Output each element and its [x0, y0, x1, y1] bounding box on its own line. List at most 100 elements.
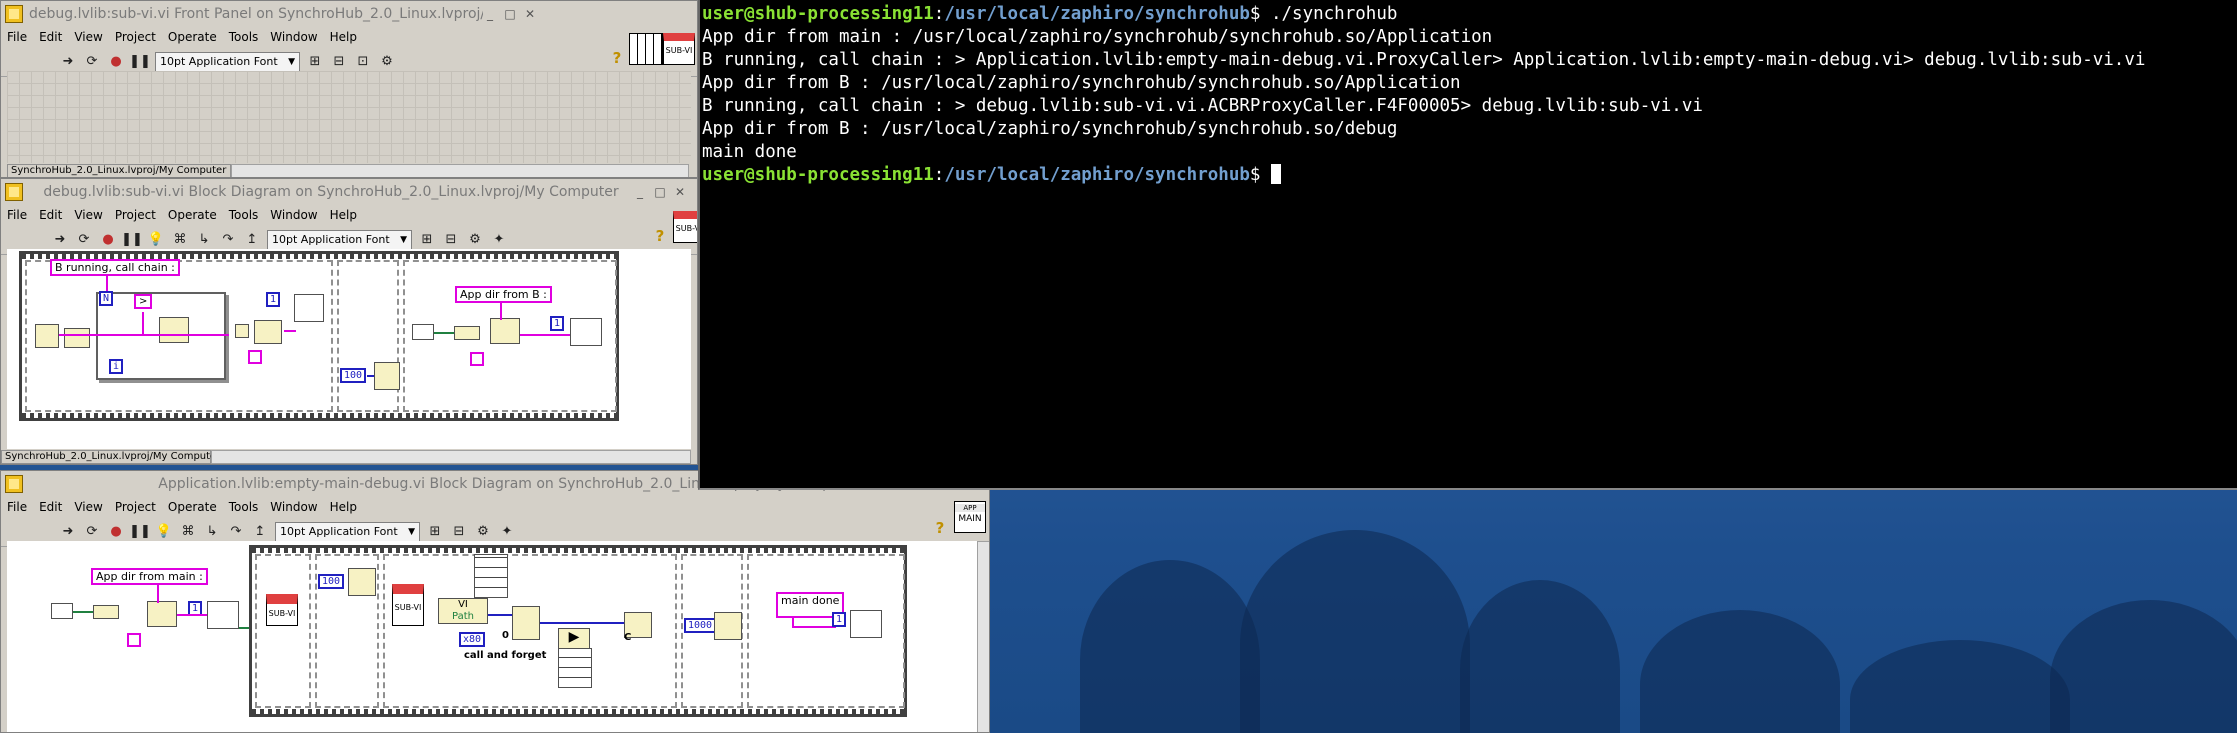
- concatenate-strings-function[interactable]: [254, 320, 282, 344]
- horizontal-scrollbar[interactable]: [211, 450, 691, 464]
- step-into-icon[interactable]: ↳: [203, 523, 221, 541]
- application-directory-function[interactable]: [51, 603, 73, 619]
- help-icon[interactable]: ?: [651, 227, 669, 245]
- write-to-standard-output-function[interactable]: [294, 294, 324, 322]
- wait-ms-constant[interactable]: 100: [318, 574, 345, 589]
- wait-ms-constant[interactable]: 1000: [684, 618, 717, 633]
- help-icon[interactable]: ?: [931, 519, 949, 537]
- menu-view[interactable]: View: [74, 208, 102, 222]
- run-arrow-icon[interactable]: ➜: [59, 523, 77, 541]
- flat-sequence-structure[interactable]: B running, call chain : N i > 1 100 App …: [19, 251, 619, 421]
- block-diagram-canvas[interactable]: B running, call chain : N i > 1 100 App …: [7, 249, 691, 449]
- menu-help[interactable]: Help: [330, 500, 357, 514]
- block-diagram-canvas[interactable]: App dir from main : 1 SUB-VI 100 SUB-VI …: [7, 541, 977, 732]
- vi-icon[interactable]: SUB-VI: [673, 211, 697, 243]
- abort-icon[interactable]: ●: [99, 231, 117, 249]
- align-objects-icon[interactable]: ⊞: [418, 231, 436, 249]
- step-into-icon[interactable]: ↳: [195, 231, 213, 249]
- menu-edit[interactable]: Edit: [39, 500, 62, 514]
- menu-edit[interactable]: Edit: [39, 30, 62, 44]
- stderr-constant[interactable]: 1: [550, 316, 565, 331]
- menu-window[interactable]: Window: [270, 30, 317, 44]
- run-arrow-icon[interactable]: ➜: [59, 53, 77, 71]
- resize-objects-icon[interactable]: ⊡: [354, 53, 372, 71]
- menu-tools[interactable]: Tools: [229, 208, 259, 222]
- step-over-icon[interactable]: ↷: [219, 231, 237, 249]
- menu-file[interactable]: File: [7, 208, 27, 222]
- write-to-standard-output-function[interactable]: [207, 601, 239, 629]
- distribute-objects-icon[interactable]: ⊟: [442, 231, 460, 249]
- sub-vi-block-diagram-window[interactable]: debug.lvlib:sub-vi.vi Block Diagram on S…: [0, 178, 698, 465]
- retain-wire-values-icon[interactable]: ⌘: [171, 231, 189, 249]
- menu-tools[interactable]: Tools: [229, 30, 259, 44]
- titlebar[interactable]: debug.lvlib:sub-vi.vi Front Panel on Syn…: [1, 1, 697, 27]
- maximize-button[interactable]: □: [653, 185, 667, 199]
- application-directory-function[interactable]: [412, 324, 434, 340]
- pause-icon[interactable]: ❚❚: [129, 53, 151, 71]
- open-vi-reference-function[interactable]: VI Path: [438, 598, 488, 624]
- help-icon[interactable]: ?: [608, 49, 626, 67]
- menu-edit[interactable]: Edit: [39, 208, 62, 222]
- sequence-frame-1[interactable]: [255, 554, 311, 708]
- minimize-button[interactable]: _: [633, 185, 647, 199]
- wait-ms-function[interactable]: [374, 362, 400, 390]
- stderr-constant[interactable]: 1: [832, 612, 847, 627]
- menu-help[interactable]: Help: [330, 30, 357, 44]
- vi-connector-pane-icon[interactable]: [629, 33, 663, 65]
- abort-icon[interactable]: ●: [107, 523, 125, 541]
- front-panel-window[interactable]: debug.lvlib:sub-vi.vi Front Panel on Syn…: [0, 0, 698, 178]
- end-of-line-constant[interactable]: [248, 350, 262, 364]
- run-continuously-icon[interactable]: ⟳: [75, 231, 93, 249]
- menu-file[interactable]: File: [7, 500, 27, 514]
- align-objects-icon[interactable]: ⊞: [426, 523, 444, 541]
- titlebar[interactable]: debug.lvlib:sub-vi.vi Block Diagram on S…: [1, 179, 697, 205]
- align-objects-icon[interactable]: ⊞: [306, 53, 324, 71]
- clean-up-diagram-icon[interactable]: ✦: [490, 231, 508, 249]
- menu-window[interactable]: Window: [270, 500, 317, 514]
- menu-project[interactable]: Project: [115, 30, 156, 44]
- terminal-output[interactable]: user@shub-processing11:/usr/local/zaphir…: [700, 0, 2237, 187]
- string-constant-app-dir-b[interactable]: App dir from B :: [455, 286, 552, 303]
- highlight-execution-icon[interactable]: 💡: [155, 523, 173, 541]
- static-vi-reference[interactable]: SUB-VI: [392, 584, 424, 626]
- distribute-objects-icon[interactable]: ⊟: [330, 53, 348, 71]
- font-select[interactable]: 10pt Application Font ▼: [155, 51, 300, 72]
- close-button[interactable]: ✕: [523, 7, 537, 21]
- menu-view[interactable]: View: [74, 500, 102, 514]
- pause-icon[interactable]: ❚❚: [121, 231, 143, 249]
- terminal-window[interactable]: user@shub-processing11:/usr/local/zaphir…: [698, 0, 2237, 490]
- vi-icon[interactable]: APP MAIN: [954, 501, 986, 533]
- start-asynchronous-call-function[interactable]: [512, 606, 540, 640]
- clean-up-diagram-icon[interactable]: ✦: [498, 523, 516, 541]
- menu-operate[interactable]: Operate: [168, 30, 217, 44]
- loop-count-terminal[interactable]: N: [99, 291, 114, 306]
- strip-path-function[interactable]: [454, 326, 480, 340]
- greater-than-node[interactable]: >: [134, 294, 153, 309]
- step-out-icon[interactable]: ↥: [251, 523, 269, 541]
- reorder-icon[interactable]: ⚙: [378, 53, 396, 71]
- menu-operate[interactable]: Operate: [168, 208, 217, 222]
- retain-wire-values-icon[interactable]: ⌘: [179, 523, 197, 541]
- wait-ms-function[interactable]: [714, 612, 742, 640]
- string-constant-app-dir-main[interactable]: App dir from main :: [91, 568, 208, 585]
- menu-project[interactable]: Project: [115, 208, 156, 222]
- step-out-icon[interactable]: ↥: [243, 231, 261, 249]
- run-continuously-icon[interactable]: ⟳: [83, 53, 101, 71]
- write-to-standard-output-function[interactable]: [850, 610, 882, 638]
- menu-view[interactable]: View: [74, 30, 102, 44]
- stderr-constant[interactable]: 1: [266, 292, 281, 307]
- close-button[interactable]: ✕: [673, 185, 687, 199]
- vertical-scrollbar[interactable]: [977, 541, 989, 732]
- end-of-line-constant[interactable]: [470, 352, 484, 366]
- vi-icon[interactable]: SUB-VI: [663, 33, 695, 65]
- menu-operate[interactable]: Operate: [168, 500, 217, 514]
- string-constant-call-chain[interactable]: B running, call chain :: [50, 259, 180, 276]
- font-select[interactable]: 10pt Application Font ▼: [275, 521, 420, 542]
- minimize-button[interactable]: _: [483, 7, 497, 21]
- menu-project[interactable]: Project: [115, 500, 156, 514]
- wait-ms-function[interactable]: [348, 568, 376, 596]
- menu-tools[interactable]: Tools: [229, 500, 259, 514]
- end-of-line-constant[interactable]: [127, 633, 141, 647]
- concatenate-strings-function[interactable]: [490, 318, 520, 344]
- menu-window[interactable]: Window: [270, 208, 317, 222]
